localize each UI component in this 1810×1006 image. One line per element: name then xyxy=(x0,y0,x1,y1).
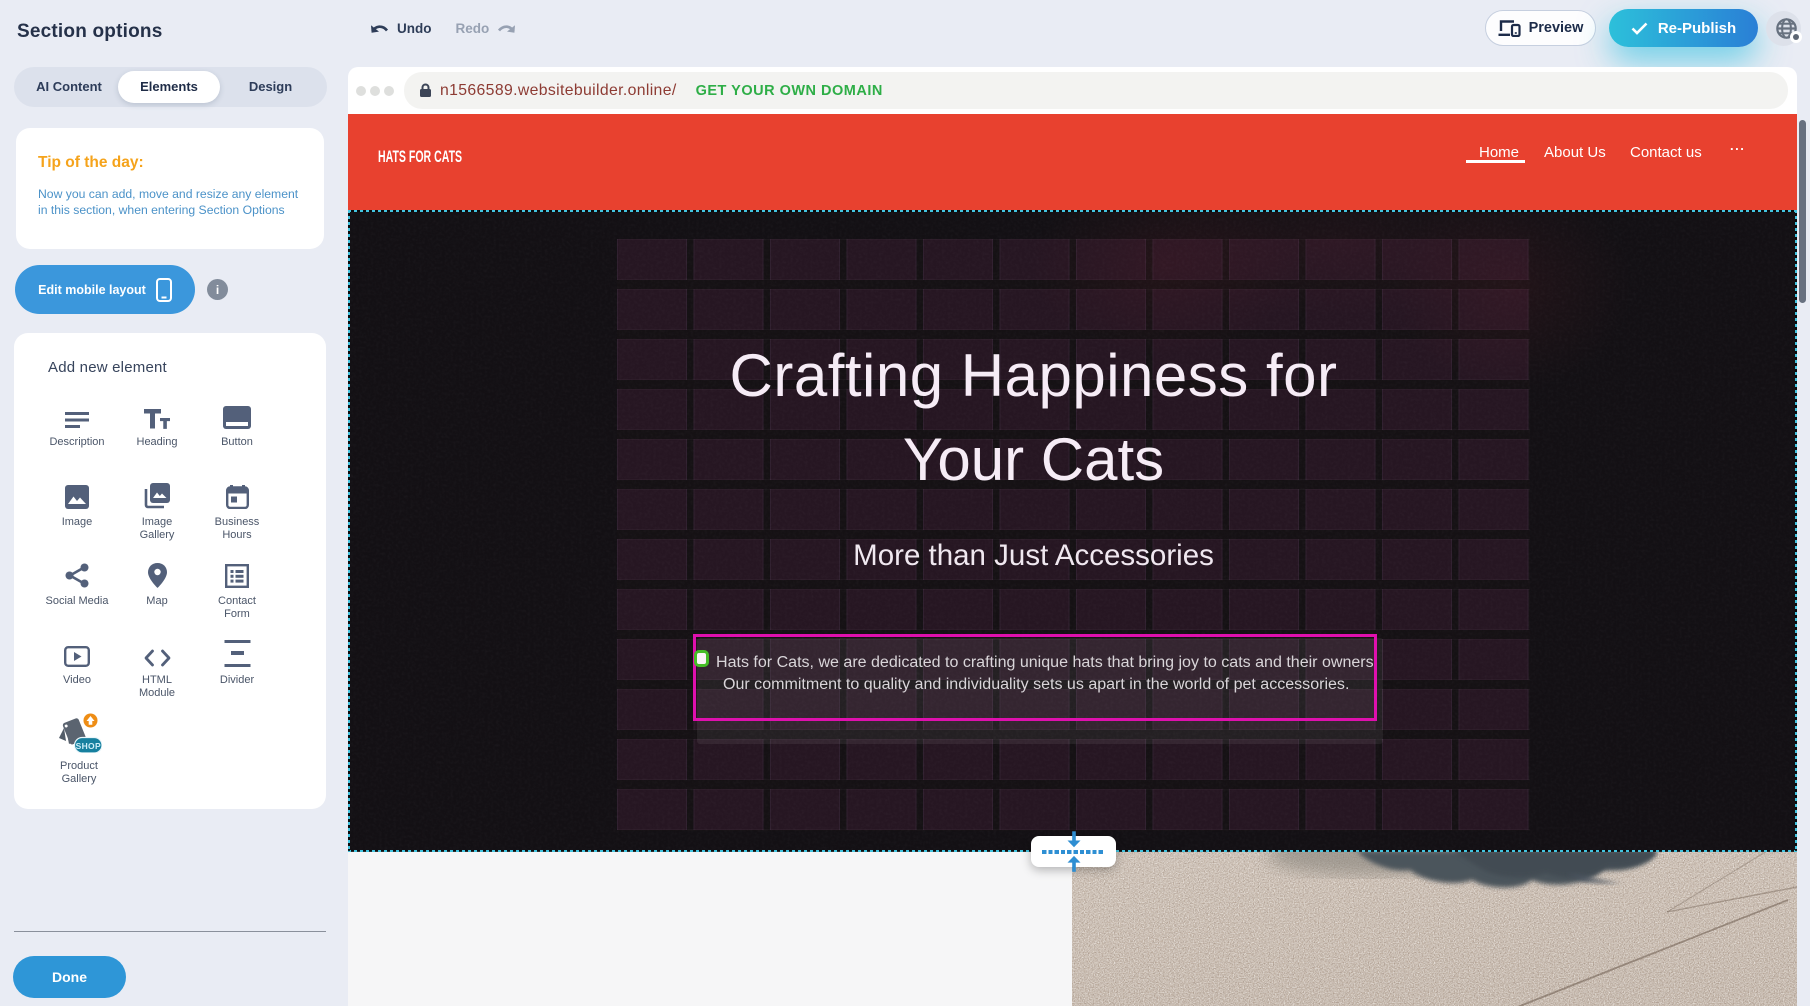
svg-text:SHOP: SHOP xyxy=(76,741,101,751)
